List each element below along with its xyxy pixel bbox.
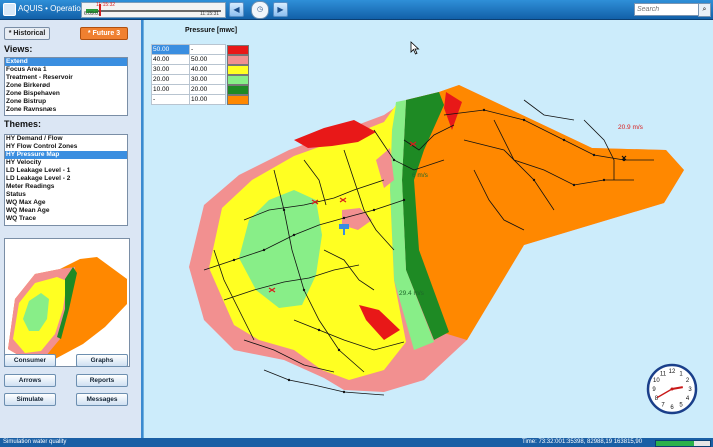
map-flow-label-2: 29.4 m/s [399, 290, 425, 297]
simulate-button[interactable]: Simulate [4, 393, 56, 406]
search-icon: ⌕ [702, 6, 707, 13]
timeline-end-label: 11:15:31 [200, 11, 220, 17]
legend-row: 10.00 20.00 [151, 84, 249, 95]
status-progress-fill [656, 441, 694, 446]
arrows-button[interactable]: Arrows [4, 374, 56, 387]
list-item[interactable]: LD Leakage Level - 1 [5, 167, 127, 175]
list-item[interactable]: HY Flow Control Zones [5, 143, 127, 151]
map-view[interactable]: 20.9 m/s 29.4 m/s 6 m/s Pressure [mwc] 5… [144, 20, 713, 438]
legend-row: 40.00 50.00 [151, 54, 249, 65]
title-bar: AQUIS • Operation 11:15:32 6:09:01 11:15… [0, 0, 713, 20]
clock-numeral: 10 [653, 378, 660, 384]
legend-from-value: - [151, 94, 190, 105]
legend-row: 30.00 40.00 [151, 64, 249, 75]
list-item[interactable]: WQ Max Age [5, 199, 127, 207]
list-item[interactable]: HY Velocity [5, 159, 127, 167]
analog-clock: 1234567891011 12 [646, 363, 698, 415]
historical-button[interactable]: * Historical [4, 27, 50, 40]
timeline-slider[interactable]: 11:15:32 6:09:01 11:15:31 [81, 2, 226, 18]
reports-button[interactable]: Reports [76, 374, 128, 387]
list-item[interactable]: Zone Birkerød [5, 82, 127, 90]
clock-numeral: 11 [660, 371, 667, 377]
app-title: AQUIS • Operation [18, 4, 86, 13]
list-item[interactable]: Treatment - Reservoir [5, 74, 127, 82]
sidebar: * Historical * Future 3 Views: Extend Foc… [0, 20, 143, 438]
consumer-button[interactable]: Consumer [4, 354, 56, 367]
list-item[interactable]: HY Pressure Map [5, 151, 127, 159]
views-list[interactable]: Extend Focus Area 1 Treatment - Reservoir Z… [4, 57, 128, 116]
app-logo-icon [3, 3, 16, 16]
list-item[interactable]: WQ Trace [5, 215, 127, 223]
list-item[interactable]: Extend [5, 58, 127, 66]
list-item[interactable]: Zone Bispehaven [5, 90, 127, 98]
list-item[interactable]: Zone Ravnsnæs [5, 106, 127, 114]
map-flow-label-3: 6 m/s [412, 172, 429, 179]
legend-to-value: 10.00 [189, 94, 226, 105]
map-flow-label-1: 20.9 m/s [618, 124, 644, 131]
list-item[interactable]: Status [5, 191, 127, 199]
search-input[interactable] [634, 3, 702, 16]
timeline-current-label: 11:15:32 [96, 2, 116, 8]
clock-icon: ◷ [256, 6, 264, 13]
mouse-cursor-icon [410, 41, 420, 55]
list-item[interactable]: LD Leakage Level - 2 [5, 175, 127, 183]
timeline-start-label: 6:09:01 [84, 11, 101, 17]
themes-title: Themes: [4, 119, 42, 129]
clock-numeral: 12 [669, 369, 676, 375]
legend-rows: 50.00-40.00 50.00 30.00 40.00 20.00 30.00 10.0… [151, 44, 249, 105]
status-progress-bar [655, 440, 711, 447]
legend-row: -10.00 [151, 94, 249, 105]
list-item[interactable]: Focus Area 1 [5, 66, 127, 74]
list-item[interactable]: Zone Bistrup [5, 98, 127, 106]
themes-list[interactable]: HY Demand / Flow HY Flow Control Zones HY … [4, 134, 128, 226]
list-item[interactable]: WQ Mean Age [5, 207, 127, 215]
overview-minimap[interactable] [4, 238, 130, 367]
time-now-button[interactable]: ◷ [251, 1, 269, 19]
status-coordinates: 1:35398, 82988,19 163815,90 [562, 439, 643, 445]
graphs-button[interactable]: Graphs [76, 354, 128, 367]
legend-title: Pressure [mwc] [185, 27, 238, 34]
list-item[interactable]: HY Demand / Flow [5, 135, 127, 143]
future-button[interactable]: * Future 3 [80, 27, 128, 40]
legend-row: 50.00- [151, 44, 249, 55]
minimap-graphic [8, 257, 127, 359]
status-time: Time: 73:32:00 [522, 439, 562, 445]
search-button[interactable]: ⌕ [698, 3, 711, 17]
step-back-button[interactable]: ◀ [229, 2, 244, 17]
step-forward-button[interactable]: ▶ [273, 2, 288, 17]
status-bar: Simulation water quality Time: 73:32:00 … [0, 438, 713, 447]
status-text: Simulation water quality [3, 439, 67, 445]
views-title: Views: [4, 44, 33, 54]
legend-color-swatch [227, 95, 249, 105]
list-item[interactable]: Meter Readings [5, 183, 127, 191]
legend-row: 20.00 30.00 [151, 74, 249, 85]
messages-button[interactable]: Messages [76, 393, 128, 406]
